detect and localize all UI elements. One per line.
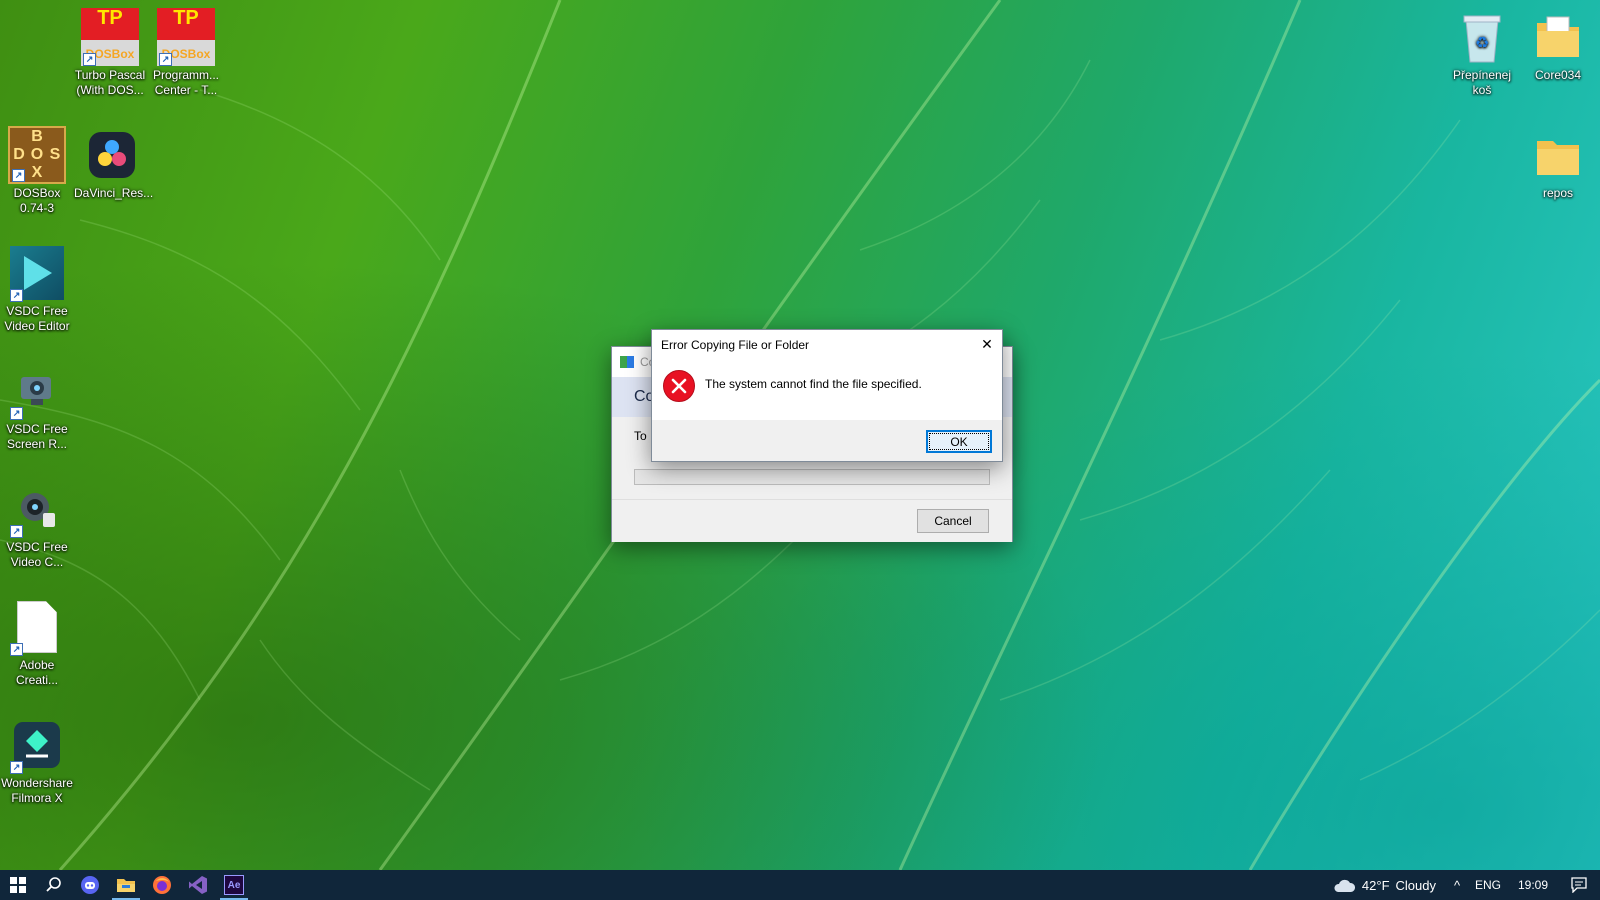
desktop-icon-vsdc-screen-recorder[interactable]: ↗ VSDC Free Screen R...	[0, 362, 75, 452]
desktop-icon-label: Turbo Pascal (With DOS...	[74, 68, 146, 97]
desktop-icon-label: VSDC Free Screen R...	[6, 422, 68, 451]
desktop-icon-label: DOSBox 0.74-3	[13, 186, 61, 215]
shortcut-arrow-icon: ↗	[10, 407, 23, 420]
weather-description: Cloudy	[1395, 877, 1436, 893]
taskbar-discord[interactable]	[72, 870, 108, 900]
vsdc-video-capture-icon: ↗	[8, 480, 66, 538]
shortcut-arrow-icon: ↗	[12, 169, 25, 182]
filmora-icon: ↗	[8, 716, 66, 774]
error-dialog: Error Copying File or Folder ✕ The syste…	[651, 329, 1003, 462]
cloud-icon	[1334, 879, 1355, 892]
close-icon: ✕	[981, 335, 993, 352]
desktop-icon-label: repos	[1542, 186, 1574, 200]
after-effects-icon: Ae	[224, 875, 244, 895]
firefox-icon	[153, 876, 171, 894]
clock[interactable]: 19:09	[1508, 878, 1558, 892]
copy-progress-bar	[634, 469, 990, 485]
vsdc-screen-recorder-icon: ↗	[8, 362, 66, 420]
desktop-icon-label: Wondershare Filmora X	[1, 776, 73, 805]
desktop-icon-label: Přepínenej koš	[1452, 68, 1512, 97]
svg-text:♻: ♻	[1475, 33, 1489, 52]
visual-studio-icon	[189, 876, 207, 894]
notification-icon	[1571, 877, 1587, 893]
vsdc-editor-icon: ↗	[8, 244, 66, 302]
weather-widget[interactable]: 42°F Cloudy	[1332, 877, 1436, 893]
shortcut-arrow-icon: ↗	[10, 525, 23, 538]
turbo-pascal-icon: TP DOSBox ↗	[81, 8, 139, 66]
cancel-button[interactable]: Cancel	[917, 509, 989, 533]
language-indicator[interactable]: ENG	[1468, 878, 1508, 892]
start-button[interactable]	[0, 870, 36, 900]
desktop-icon-label: Core034	[1534, 68, 1582, 82]
desktop-icon-label: VSDC Free Video Editor	[4, 304, 70, 333]
desktop-icon-programming-center[interactable]: TP DOSBox ↗ Programm... Center - T...	[148, 8, 224, 98]
error-icon	[663, 370, 695, 402]
error-message: The system cannot find the file specifie…	[705, 377, 922, 391]
desktop-icon-turbo-pascal[interactable]: TP DOSBox ↗ Turbo Pascal (With DOS...	[72, 8, 148, 98]
blank-file-icon: ↗	[8, 598, 66, 656]
turbo-pascal-icon: TP DOSBox ↗	[157, 8, 215, 66]
desktop-icon-vsdc-video-editor[interactable]: ↗ VSDC Free Video Editor	[0, 244, 75, 334]
taskbar-firefox[interactable]	[144, 870, 180, 900]
dosbox-icon: B DOS X ↗	[8, 126, 66, 184]
davinci-resolve-icon	[83, 126, 141, 184]
taskbar: Ae 42°F Cloudy ^ ENG 19:09	[0, 870, 1600, 900]
shortcut-arrow-icon: ↗	[83, 53, 96, 66]
desktop-icon-core034[interactable]: Core034	[1520, 8, 1596, 83]
search-button[interactable]	[36, 870, 72, 900]
desktop-icon-label: Programm... Center - T...	[152, 68, 219, 97]
recycle-bin-icon: ♻	[1453, 8, 1511, 66]
desktop-icon-adobe-creative[interactable]: ↗ Adobe Creati...	[0, 598, 75, 688]
desktop-icon-recycle-bin[interactable]: ♻ Přepínenej koš	[1444, 8, 1520, 98]
desktop-icon-vsdc-video-capture[interactable]: ↗ VSDC Free Video C...	[0, 480, 75, 570]
windows-start-icon	[10, 877, 26, 893]
discord-icon	[81, 876, 99, 894]
desktop-icon-filmora[interactable]: ↗ Wondershare Filmora X	[0, 716, 75, 806]
chevron-up-icon: ^	[1453, 877, 1461, 893]
copy-icon	[620, 356, 634, 368]
shortcut-arrow-icon: ↗	[159, 53, 172, 66]
search-icon	[46, 877, 61, 892]
desktop-icon-repos[interactable]: repos	[1520, 126, 1596, 201]
weather-temperature: 42°F	[1361, 877, 1390, 893]
desktop-icon-dosbox[interactable]: B DOS X ↗ DOSBox 0.74-3	[0, 126, 75, 216]
shortcut-arrow-icon: ↗	[10, 289, 23, 302]
taskbar-file-explorer[interactable]	[108, 870, 144, 900]
folder-icon	[1529, 8, 1587, 66]
desktop-icon-davinci-resolve[interactable]: DaVinci_Res...	[74, 126, 154, 201]
desktop-icon-label: Adobe Creati...	[15, 658, 58, 687]
taskbar-visual-studio[interactable]	[180, 870, 216, 900]
taskbar-after-effects[interactable]: Ae	[216, 870, 252, 900]
close-button[interactable]: ✕	[972, 330, 1002, 358]
error-dialog-title: Error Copying File or Folder	[661, 338, 810, 352]
shortcut-arrow-icon: ↗	[10, 643, 23, 656]
ok-button[interactable]: OK	[926, 430, 992, 453]
folder-icon	[1529, 126, 1587, 184]
desktop-icon-label: VSDC Free Video C...	[6, 540, 68, 569]
show-hidden-icons-button[interactable]: ^	[1446, 878, 1468, 893]
shortcut-arrow-icon: ↗	[10, 761, 23, 774]
copy-dialog-to-label: To	[634, 429, 647, 443]
file-explorer-icon	[117, 879, 135, 892]
desktop-icon-label: DaVinci_Res...	[74, 186, 154, 200]
notifications-button[interactable]	[1558, 877, 1600, 893]
